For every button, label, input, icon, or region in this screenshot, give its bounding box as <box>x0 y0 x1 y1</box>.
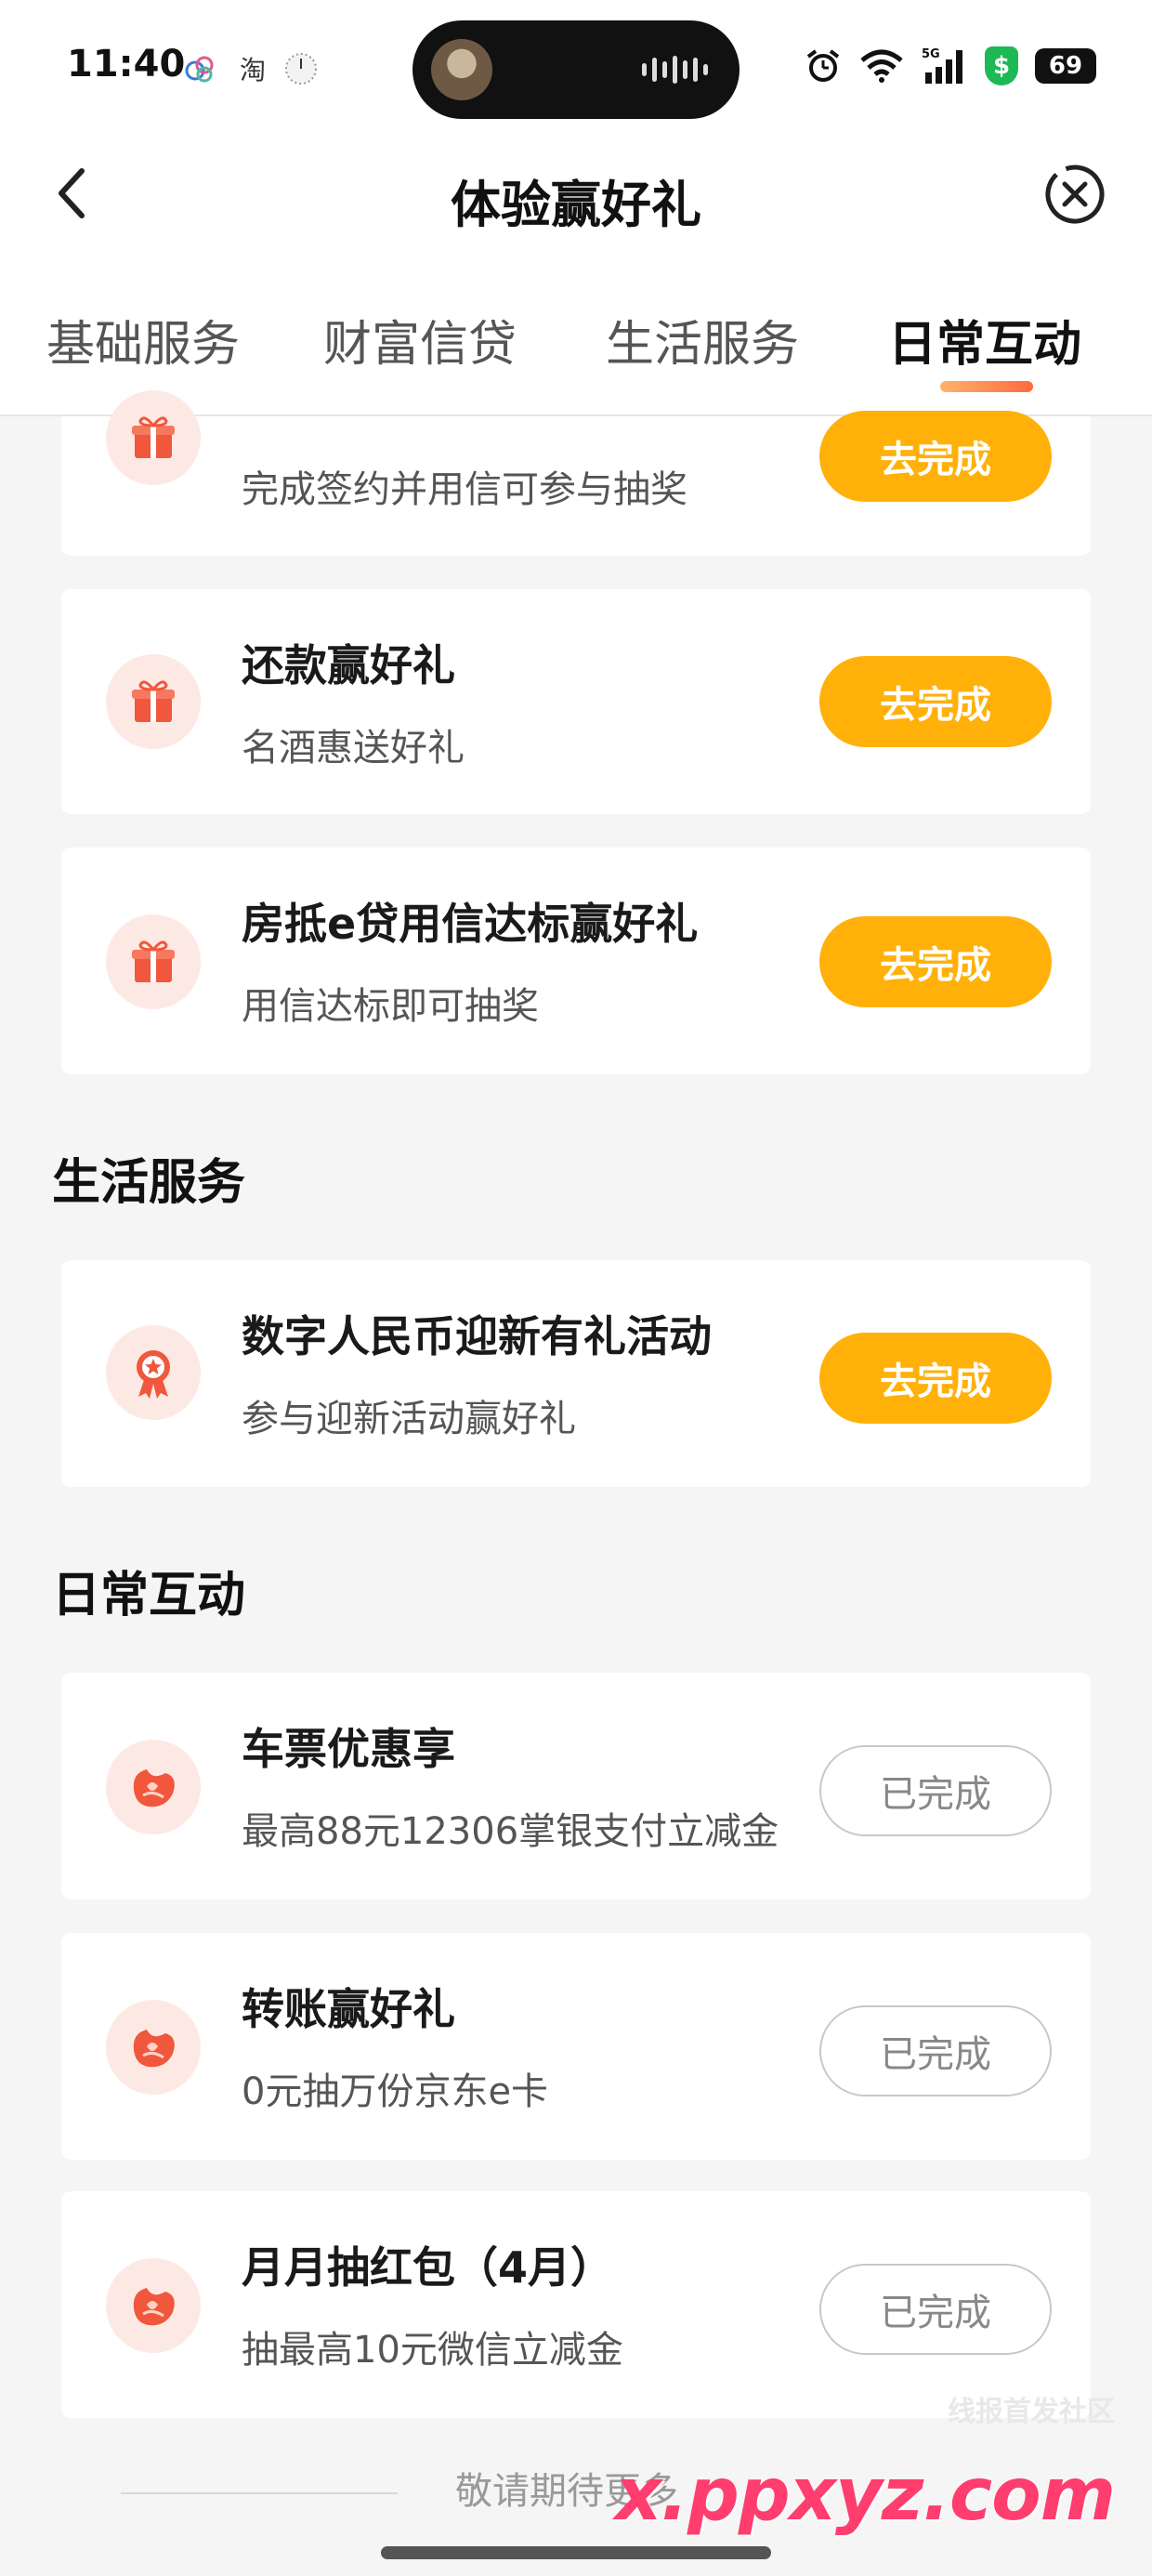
watermark-logo: x.ppxyz.com <box>615 2453 1116 2537</box>
watermark-caption: 线报首发社区 <box>948 2396 1115 2428</box>
section-title-life-service: 生活服务 <box>52 1155 246 1211</box>
tab-daily-interaction[interactable]: 日常互动 <box>888 305 1081 375</box>
status-bar: 11:40 淘 5G $ 69 <box>0 0 1152 136</box>
signal-icon: 5G <box>922 47 968 85</box>
task-subtitle: 名酒惠送好礼 <box>242 727 465 769</box>
close-icon[interactable] <box>1042 162 1107 227</box>
section-title-daily-interaction: 日常互动 <box>52 1568 246 1623</box>
red-envelope-icon <box>106 1740 201 1834</box>
tab-wealth-credit[interactable]: 财富信贷 <box>323 305 517 375</box>
task-card: 转账赢好礼 0元抽万份京东e卡 已完成 <box>61 1933 1091 2160</box>
task-title: 数字人民币迎新有礼活动 <box>242 1311 712 1361</box>
avatar <box>431 39 492 100</box>
task-subtitle: 完成签约并用信可参与抽奖 <box>242 468 687 511</box>
status-icons: 5G $ 69 <box>805 46 1096 85</box>
medal-icon <box>106 1325 201 1420</box>
task-title: 房抵e贷用信达标赢好礼 <box>242 899 699 949</box>
wifi-icon <box>858 47 905 85</box>
taobao-icon: 淘 <box>239 55 266 85</box>
home-indicator[interactable] <box>381 2546 771 2559</box>
task-title: 还款赢好礼 <box>242 640 455 690</box>
category-tabs: 基础服务 财富信贷 生活服务 日常互动 <box>0 256 1152 416</box>
gift-icon <box>106 914 201 1009</box>
tab-basic-service[interactable]: 基础服务 <box>46 305 240 375</box>
go-complete-button[interactable]: 去完成 <box>819 1333 1052 1424</box>
completed-button[interactable]: 已完成 <box>819 2005 1052 2096</box>
gift-icon <box>106 390 201 485</box>
task-title: 转账赢好礼 <box>242 1984 455 2034</box>
clock-icon <box>281 50 321 87</box>
task-card: 还款赢好礼 名酒惠送好礼 去完成 <box>61 589 1091 814</box>
task-subtitle: 参与迎新活动赢好礼 <box>242 1398 576 1440</box>
nav-bar: 体验赢好礼 <box>0 136 1152 256</box>
go-complete-button[interactable]: 去完成 <box>819 656 1052 747</box>
task-card: 车票优惠享 最高88元12306掌银支付立减金 已完成 <box>61 1673 1091 1899</box>
page-title: 体验赢好礼 <box>451 176 701 234</box>
go-complete-button[interactable]: 去完成 <box>819 916 1052 1007</box>
task-card: 数字人民币迎新有礼活动 参与迎新活动赢好礼 去完成 <box>61 1260 1091 1487</box>
weather-icon <box>182 50 219 87</box>
task-title: 月月抽红包（4月） <box>242 2242 614 2293</box>
shield-icon: $ <box>985 46 1018 85</box>
task-subtitle: 用信达标即可抽奖 <box>242 985 539 1028</box>
completed-button[interactable]: 已完成 <box>819 2264 1052 2355</box>
task-card: 月月抽红包（4月） 抽最高10元微信立减金 已完成 <box>61 2191 1091 2418</box>
battery-icon: 69 <box>1035 48 1096 84</box>
audio-wave-icon <box>642 56 708 84</box>
alarm-icon <box>805 47 842 85</box>
go-complete-button[interactable]: 去完成 <box>819 411 1052 502</box>
task-card: 房抵e贷用信达标赢好礼 用信达标即可抽奖 去完成 <box>61 848 1091 1074</box>
task-card: 完成签约并用信可参与抽奖 去完成 <box>61 390 1091 556</box>
task-title: 车票优惠享 <box>242 1724 455 1774</box>
red-envelope-icon <box>106 2258 201 2353</box>
tab-life-service[interactable]: 生活服务 <box>606 305 799 375</box>
status-time: 11:40 <box>67 43 186 85</box>
dynamic-island <box>412 20 740 119</box>
red-envelope-icon <box>106 2000 201 2095</box>
completed-button[interactable]: 已完成 <box>819 1745 1052 1836</box>
svg-text:5G: 5G <box>922 47 940 61</box>
task-subtitle: 0元抽万份京东e卡 <box>242 2070 549 2113</box>
gift-icon <box>106 654 201 749</box>
tab-indicator <box>940 381 1033 392</box>
task-subtitle: 抽最高10元微信立减金 <box>242 2329 623 2372</box>
footer-divider <box>121 2492 398 2494</box>
task-subtitle: 最高88元12306掌银支付立减金 <box>242 1810 779 1853</box>
